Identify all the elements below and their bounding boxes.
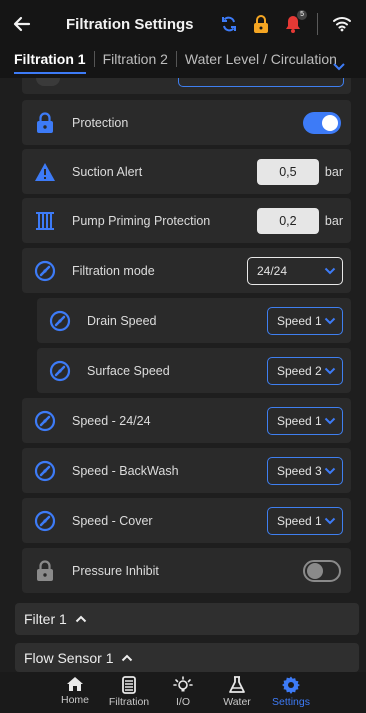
setting-row-surface-speed: Surface Speed Speed 2 [37, 348, 351, 393]
drain-speed-value: Speed 1 [277, 313, 322, 328]
setting-row-suction-alert: Suction Alert 0,5 bar [22, 149, 351, 194]
home-icon [67, 677, 83, 691]
gauge-icon [47, 308, 73, 334]
chevron-up-icon [75, 615, 87, 623]
lock-icon [32, 110, 58, 136]
gauge-icon [32, 508, 58, 534]
nav-water-label: Water [223, 696, 251, 708]
chevron-down-icon[interactable] [332, 62, 346, 72]
suction-alert-label: Suction Alert [72, 164, 143, 179]
chevron-down-icon [324, 467, 336, 474]
chevron-down-icon [324, 317, 336, 324]
drain-speed-select[interactable]: Speed 1 [267, 306, 343, 335]
gauge-icon [32, 458, 58, 484]
tab-filtration-1[interactable]: Filtration 1 [0, 48, 94, 78]
lock-icon[interactable] [249, 12, 273, 36]
bottom-navigation: Home Filtration I/O Water Settings [0, 672, 366, 713]
chevron-up-icon [122, 654, 133, 661]
tab-bar: Filtration 1 Filtration 2 Water Level / … [0, 48, 366, 78]
nav-io-label: I/O [175, 696, 190, 708]
surface-speed-value: Speed 2 [277, 363, 322, 378]
arrow-left-icon [13, 16, 31, 32]
notification-count-badge: 5 [297, 10, 307, 20]
protection-toggle[interactable] [303, 111, 341, 134]
wifi-icon[interactable] [330, 12, 354, 36]
chevron-down-icon [324, 417, 336, 424]
chevron-down-icon [324, 517, 336, 524]
filtration-mode-value: 24/24 [257, 263, 288, 278]
speed-2424-select[interactable]: Speed 1 [267, 406, 343, 435]
speed-cover-select[interactable]: Speed 1 [267, 506, 343, 535]
surface-speed-label: Surface Speed [87, 363, 170, 378]
partial-select[interactable] [178, 78, 344, 87]
gear-icon [282, 676, 300, 694]
chevron-down-icon [324, 367, 336, 374]
flask-icon [229, 676, 245, 693]
notification-bell[interactable]: 5 [281, 10, 307, 36]
gauge-icon [47, 358, 73, 384]
setting-row-protection: Protection [22, 100, 351, 145]
nav-filtration-label: Filtration [108, 696, 150, 708]
tab-filtration-2[interactable]: Filtration 2 [95, 48, 176, 78]
partial-setting-row [22, 78, 351, 94]
gauge-icon [32, 408, 58, 434]
speed-cover-label: Speed - Cover [72, 513, 153, 528]
section-flow-sensor-1-label: Flow Sensor 1 [24, 649, 114, 666]
speed-backwash-label: Speed - BackWash [72, 463, 179, 478]
speed-backwash-select[interactable]: Speed 3 [267, 456, 343, 485]
filtration-mode-select[interactable]: 24/24 [247, 256, 343, 285]
nav-home-label: Home [60, 694, 89, 706]
filter-grid-icon [32, 208, 58, 234]
lock-icon [32, 558, 58, 584]
warning-icon [32, 159, 58, 185]
setting-row-speed-backwash: Speed - BackWash Speed 3 [22, 448, 351, 493]
setting-row-speed-cover: Speed - Cover Speed 1 [22, 498, 351, 543]
setting-row-drain-speed: Drain Speed Speed 1 [37, 298, 351, 343]
setting-row-filtration-mode: Filtration mode 24/24 [22, 248, 351, 293]
gauge-icon [32, 258, 58, 284]
setting-row-pump-priming: Pump Priming Protection 0,2 bar [22, 198, 351, 243]
protection-label: Protection [72, 115, 129, 130]
pump-priming-label: Pump Priming Protection [72, 213, 211, 228]
pressure-inhibit-toggle[interactable] [303, 559, 341, 582]
pump-priming-unit: bar [324, 213, 343, 228]
speed-backwash-value: Speed 3 [277, 463, 322, 478]
suction-alert-unit: bar [324, 164, 343, 179]
page-title: Filtration Settings [66, 15, 194, 33]
toolbar-divider [317, 13, 318, 35]
nav-water[interactable]: Water [210, 672, 264, 713]
setting-row-speed-2424: Speed - 24/24 Speed 1 [22, 398, 351, 443]
partial-icon [36, 78, 60, 86]
filter-icon [122, 676, 136, 694]
speed-cover-value: Speed 1 [277, 513, 322, 528]
filtration-mode-label: Filtration mode [72, 263, 155, 278]
nav-home[interactable]: Home [48, 672, 102, 713]
chevron-down-icon [324, 267, 336, 274]
top-app-bar: Filtration Settings 5 [0, 0, 366, 48]
section-filter-1-label: Filter 1 [24, 611, 67, 627]
speed-2424-label: Speed - 24/24 [72, 413, 151, 428]
pressure-inhibit-label: Pressure Inhibit [72, 563, 159, 578]
back-button[interactable] [0, 0, 44, 48]
sync-icon[interactable] [217, 12, 241, 36]
drain-speed-label: Drain Speed [87, 313, 157, 328]
tab-water-level-circulation[interactable]: Water Level / Circulation [177, 48, 345, 78]
nav-filtration[interactable]: Filtration [102, 672, 156, 713]
suction-alert-input[interactable]: 0,5 [256, 158, 319, 185]
section-filter-1[interactable]: Filter 1 [15, 603, 359, 635]
bulb-icon [173, 676, 193, 692]
nav-settings-label: Settings [272, 696, 310, 708]
speed-2424-value: Speed 1 [277, 413, 322, 428]
setting-row-pressure-inhibit: Pressure Inhibit [22, 548, 351, 593]
nav-io[interactable]: I/O [156, 672, 210, 713]
section-flow-sensor-1[interactable]: Flow Sensor 1 [15, 643, 359, 672]
pump-priming-input[interactable]: 0,2 [256, 207, 319, 234]
nav-settings[interactable]: Settings [264, 672, 318, 713]
surface-speed-select[interactable]: Speed 2 [267, 356, 343, 385]
